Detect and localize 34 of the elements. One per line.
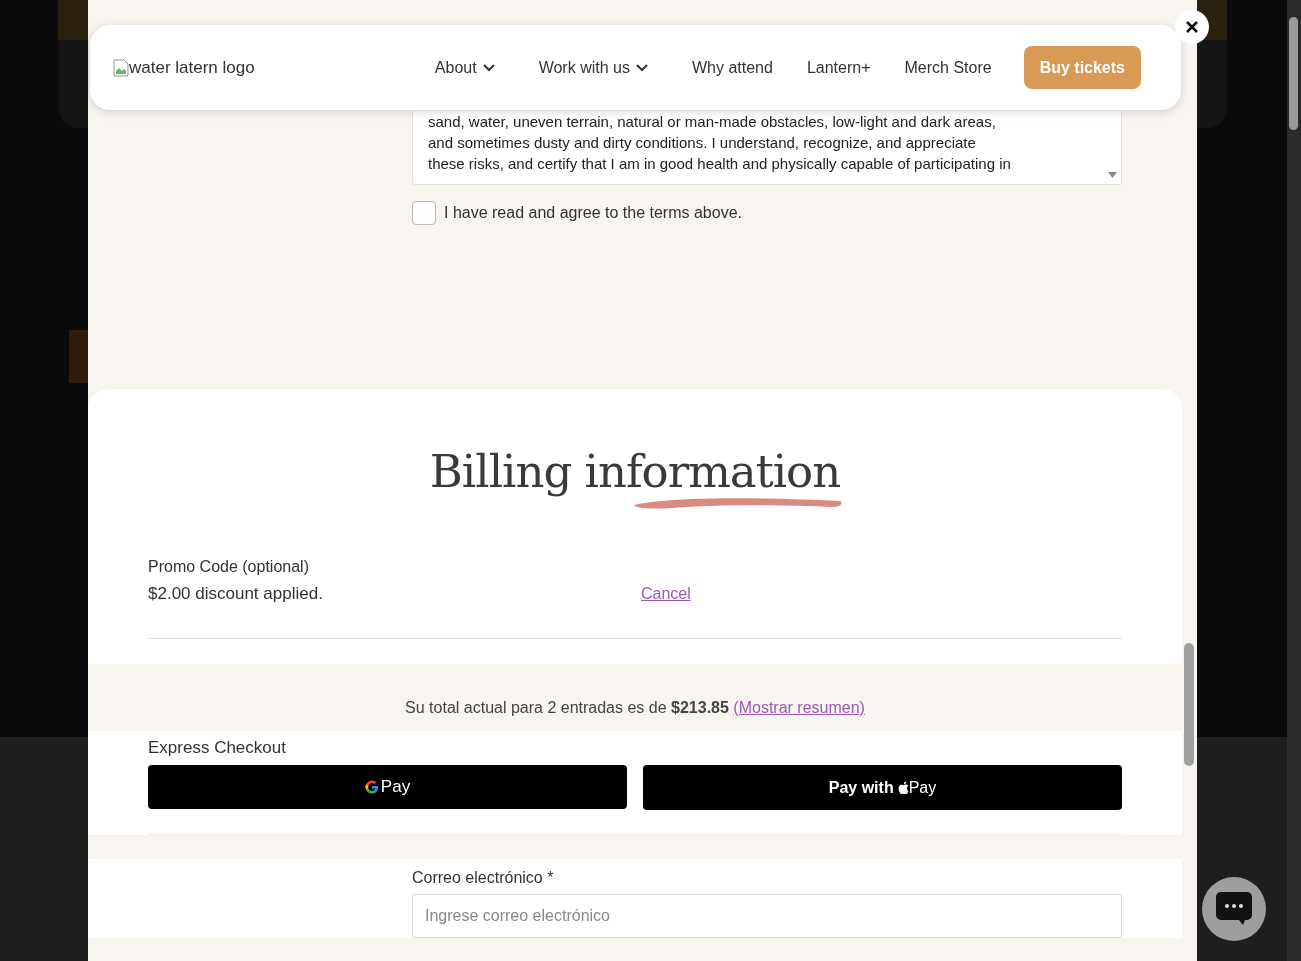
logo-alt-text[interactable]: water latern logo bbox=[129, 54, 255, 81]
modal-scrollbar-thumb[interactable] bbox=[1184, 643, 1194, 766]
nav-link[interactable]: Merch Store bbox=[904, 55, 992, 80]
apple-icon bbox=[897, 781, 909, 794]
google-pay-button[interactable]: Pay bbox=[148, 765, 627, 809]
chevron-down-icon bbox=[482, 63, 495, 72]
close-icon[interactable] bbox=[1186, 21, 1198, 33]
google-g-icon bbox=[364, 780, 379, 794]
agree-label: I have read and agree to the terms above. bbox=[444, 203, 742, 223]
discount-status: $2.00 discount applied. bbox=[148, 583, 324, 605]
nav-link[interactable]: Why attend bbox=[691, 55, 773, 80]
summary-link[interactable]: (Mostrar resumen) bbox=[733, 698, 865, 716]
promo-label: Promo Code (optional) bbox=[148, 557, 310, 577]
chevron-down-icon bbox=[635, 63, 648, 72]
nav-link[interactable]: About bbox=[434, 55, 495, 80]
terms-text-line: and sometimes dusty and dirty conditions. I understand, recognize, and appreciate bbox=[428, 133, 977, 153]
apple-pay-button[interactable]: Pay with Pay bbox=[643, 765, 1122, 810]
terms-text-line: sand, water, uneven terrain, natural or man-made obstacles, low-light and dark areas, bbox=[428, 112, 997, 132]
terms-text-line: these risks, and certify that I am in good health and physically capable of participating in bbox=[428, 154, 1012, 174]
email-field[interactable]: Ingrese correo electrónico bbox=[412, 894, 1122, 938]
nav-link[interactable]: Work with us bbox=[538, 55, 648, 80]
section-heading: Billing information bbox=[429, 444, 841, 500]
agree-checkbox[interactable] bbox=[412, 201, 436, 225]
page-scrollbar[interactable] bbox=[1287, 0, 1301, 961]
nav-link[interactable]: Lantern+ bbox=[806, 55, 871, 80]
scrollbar-thumb[interactable] bbox=[1289, 17, 1298, 130]
email-label: Correo electrónico * bbox=[412, 868, 555, 888]
broken-image-icon bbox=[113, 58, 129, 77]
terms-textarea[interactable] bbox=[412, 111, 1122, 185]
scroll-down-icon[interactable] bbox=[1108, 172, 1117, 178]
chat-bubble-icon[interactable] bbox=[1215, 891, 1253, 927]
order-total: Su total actual para 2 entradas es de $213.85 (Mostrar resumen) bbox=[405, 697, 865, 718]
express-checkout-label: Express Checkout bbox=[148, 738, 287, 758]
cancel-link[interactable]: Cancel bbox=[641, 582, 691, 606]
